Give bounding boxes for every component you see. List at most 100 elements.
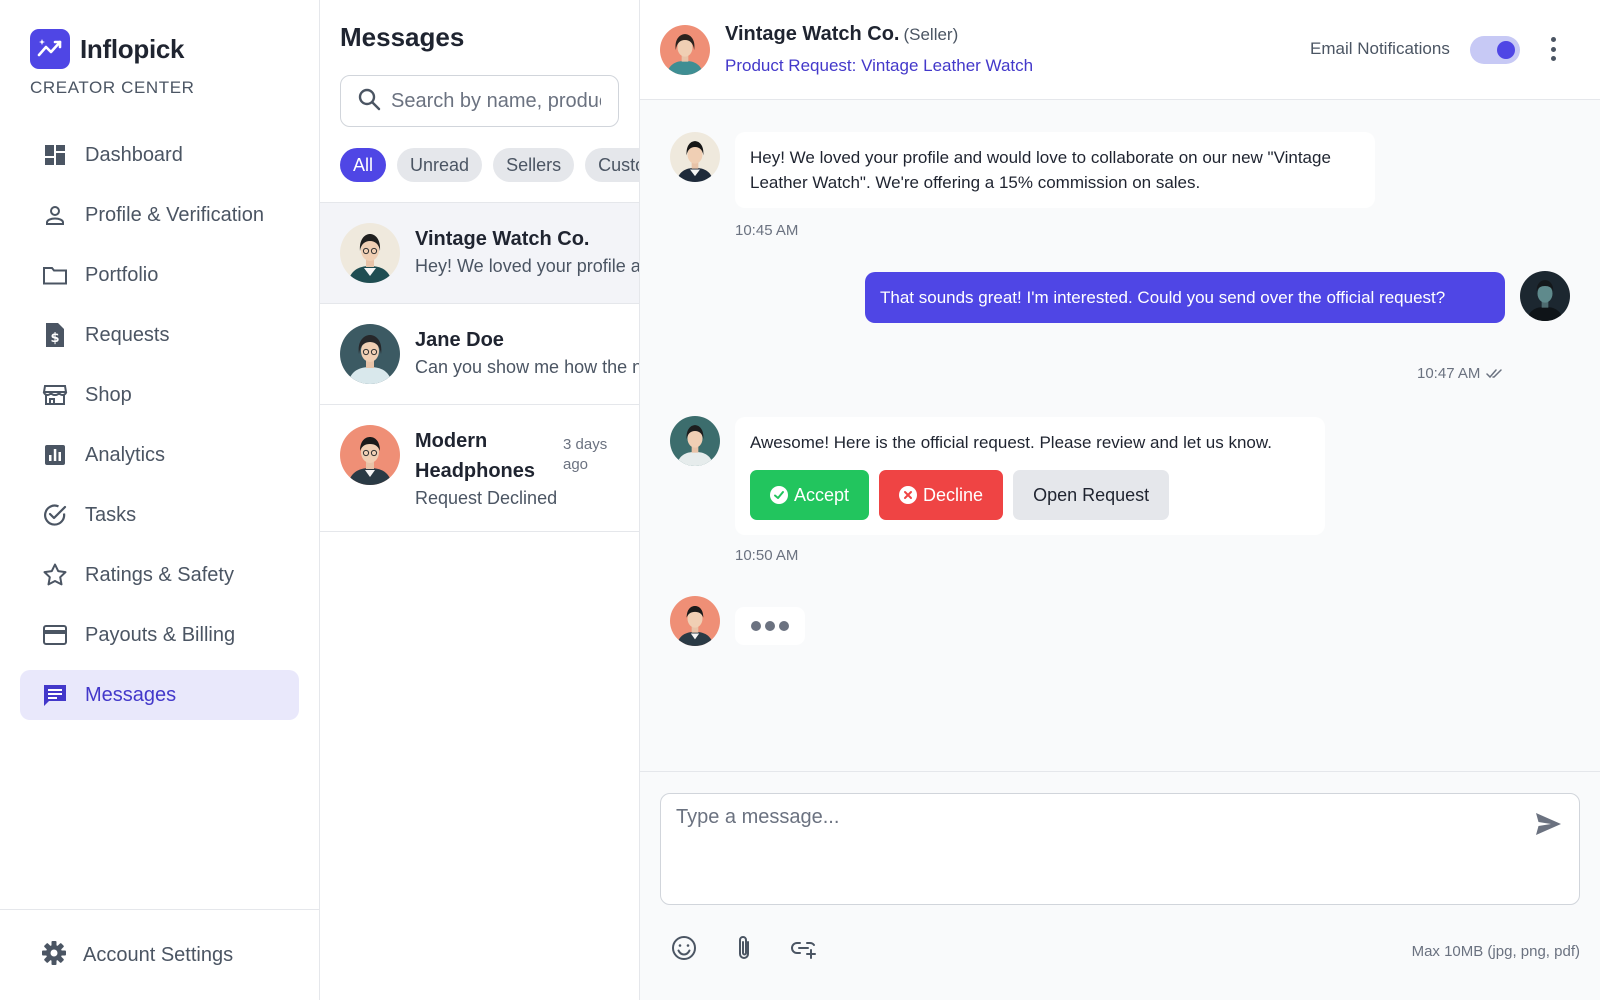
message-bubble-outgoing: That sounds great! I'm interested. Could… (865, 272, 1505, 323)
storefront-icon (41, 381, 69, 409)
accept-label: Accept (794, 484, 850, 505)
conversation-preview: Can you show me how the new product work… (415, 357, 639, 377)
conversation-name: Vintage Watch Co. (415, 228, 590, 250)
sidebar-item-label: Ratings & Safety (85, 563, 234, 586)
conversation-preview: Hey! We loved your profile and would lov… (415, 256, 640, 276)
conversation-item[interactable]: Jane Doe Can you show me how the new pro… (320, 304, 639, 405)
more-options-icon[interactable] (1545, 34, 1561, 64)
sidebar-item-analytics[interactable]: Analytics (20, 430, 299, 480)
trend-logo-icon (30, 29, 70, 69)
sidebar-item-shop[interactable]: Shop (20, 370, 299, 420)
decline-button[interactable]: Decline (879, 470, 1004, 520)
sidebar-item-label: Messages (85, 683, 177, 706)
toggle-knob (1497, 41, 1515, 59)
message-timestamp: 10:45 AM (735, 222, 799, 239)
account-settings-label: Account Settings (83, 943, 234, 966)
conversations-title: Messages (340, 22, 465, 52)
avatar (340, 324, 400, 384)
request-actions: Accept Decline Open Request (750, 470, 1310, 520)
message-timestamp: 10:47 AM (1417, 365, 1481, 382)
contact-role: (Seller) (903, 25, 959, 44)
bar-chart-icon (41, 441, 69, 469)
check-circle-icon (770, 486, 788, 504)
brand[interactable]: Inflopick (30, 29, 185, 69)
sidebar-item-label: Portfolio (85, 263, 159, 286)
chat-header: Vintage Watch Co. (Seller) Product Reques… (640, 0, 1600, 100)
avatar (340, 425, 400, 485)
sidebar-item-messages[interactable]: Messages (20, 670, 299, 720)
brand-subtitle: CREATOR CENTER (30, 78, 195, 97)
filter-chips: All Unread Sellers Customers (340, 148, 639, 182)
conversation-time-line-1: 3 days (563, 436, 608, 453)
gear-icon (41, 940, 67, 971)
composer-area: Max 10MB (jpg, png, pdf) (640, 771, 1600, 1000)
person-icon (41, 201, 69, 229)
read-receipt-double-check-icon (1486, 367, 1506, 386)
product-request-link[interactable]: Product Request: Vintage Leather Watch (725, 56, 1033, 76)
sidebar-footer: Account Settings (0, 909, 320, 1000)
open-request-button[interactable]: Open Request (1013, 470, 1170, 520)
emoji-icon[interactable] (670, 934, 698, 962)
conversation-name: Jane Doe (415, 329, 504, 351)
sidebar-item-label: Analytics (85, 443, 166, 466)
sidebar-item-tasks[interactable]: Tasks (20, 490, 299, 540)
search-box[interactable] (340, 75, 619, 127)
sidebar-item-requests[interactable]: $ Requests (20, 310, 299, 360)
chat-icon (41, 681, 69, 709)
message-input[interactable] (676, 806, 1496, 894)
avatar (670, 132, 720, 182)
email-notifications-toggle[interactable] (1470, 36, 1520, 64)
sidebar-item-label: Tasks (85, 503, 137, 526)
sidebar-item-ratings-safety[interactable]: Ratings & Safety (20, 550, 299, 600)
filter-chip-unread[interactable]: Unread (397, 148, 483, 182)
sidebar-item-label: Profile & Verification (85, 203, 264, 226)
sidebar-item-label: Dashboard (85, 143, 183, 166)
typing-indicator (735, 607, 805, 645)
message-composer (660, 793, 1580, 905)
contact-avatar[interactable] (660, 25, 710, 75)
conversation-preview: Request Declined (415, 488, 558, 508)
composer-tools (670, 934, 818, 962)
account-settings-button[interactable]: Account Settings (20, 930, 299, 980)
search-icon (357, 87, 381, 116)
chat-panel: Vintage Watch Co. (Seller) Product Reques… (640, 0, 1600, 1000)
message-timestamp: 10:50 AM (735, 547, 799, 564)
sidebar-nav: Dashboard Profile & Verification Portfol… (20, 130, 299, 730)
dashboard-icon (41, 141, 69, 169)
conversation-item[interactable]: Modern Headphones 3 days ago Request Dec… (320, 405, 639, 532)
folder-icon (41, 261, 69, 289)
sidebar-item-dashboard[interactable]: Dashboard (20, 130, 299, 180)
email-notifications-label: Email Notifications (1310, 39, 1450, 58)
message-bubble-incoming: Hey! We loved your profile and would lov… (735, 132, 1375, 208)
my-avatar (1520, 271, 1570, 321)
dollar-document-icon: $ (41, 321, 69, 349)
filter-chip-sellers[interactable]: Sellers (493, 148, 575, 182)
send-icon[interactable] (1533, 809, 1563, 839)
contact-name-row: Vintage Watch Co. (Seller) (725, 23, 958, 46)
avatar (670, 596, 720, 646)
conversation-item[interactable]: Vintage Watch Co. Hey! We loved your pro… (320, 203, 640, 304)
paperclip-icon[interactable] (730, 934, 758, 962)
filter-chip-customers[interactable]: Customers (585, 148, 639, 182)
conversation-time-line-2: ago (563, 456, 589, 473)
link-icon[interactable] (790, 934, 818, 962)
filter-chip-all[interactable]: All (340, 148, 387, 182)
x-circle-icon (899, 486, 918, 504)
open-request-label: Open Request (1033, 484, 1150, 505)
sidebar-item-payouts-billing[interactable]: Payouts & Billing (20, 610, 299, 660)
sidebar-item-label: Payouts & Billing (85, 623, 236, 646)
attachment-limit-note: Max 10MB (jpg, png, pdf) (1411, 943, 1580, 960)
search-input[interactable] (391, 89, 601, 113)
sidebar-item-portfolio[interactable]: Portfolio (20, 250, 299, 300)
contact-name: Vintage Watch Co. (725, 23, 900, 45)
credit-card-icon (41, 621, 69, 649)
conversation-name-line-2: Headphones (415, 460, 536, 482)
avatar (670, 416, 720, 466)
accept-button[interactable]: Accept (750, 470, 870, 520)
conversation-name-line-1: Modern (415, 430, 488, 452)
message-text: Awesome! Here is the official request. P… (750, 433, 1272, 452)
check-circle-icon (41, 501, 69, 529)
conversation-list-panel: Messages All Unread Sellers Customers Vi… (320, 0, 640, 1000)
sidebar-item-profile-verification[interactable]: Profile & Verification (20, 190, 299, 240)
sidebar-item-label: Requests (85, 323, 170, 346)
